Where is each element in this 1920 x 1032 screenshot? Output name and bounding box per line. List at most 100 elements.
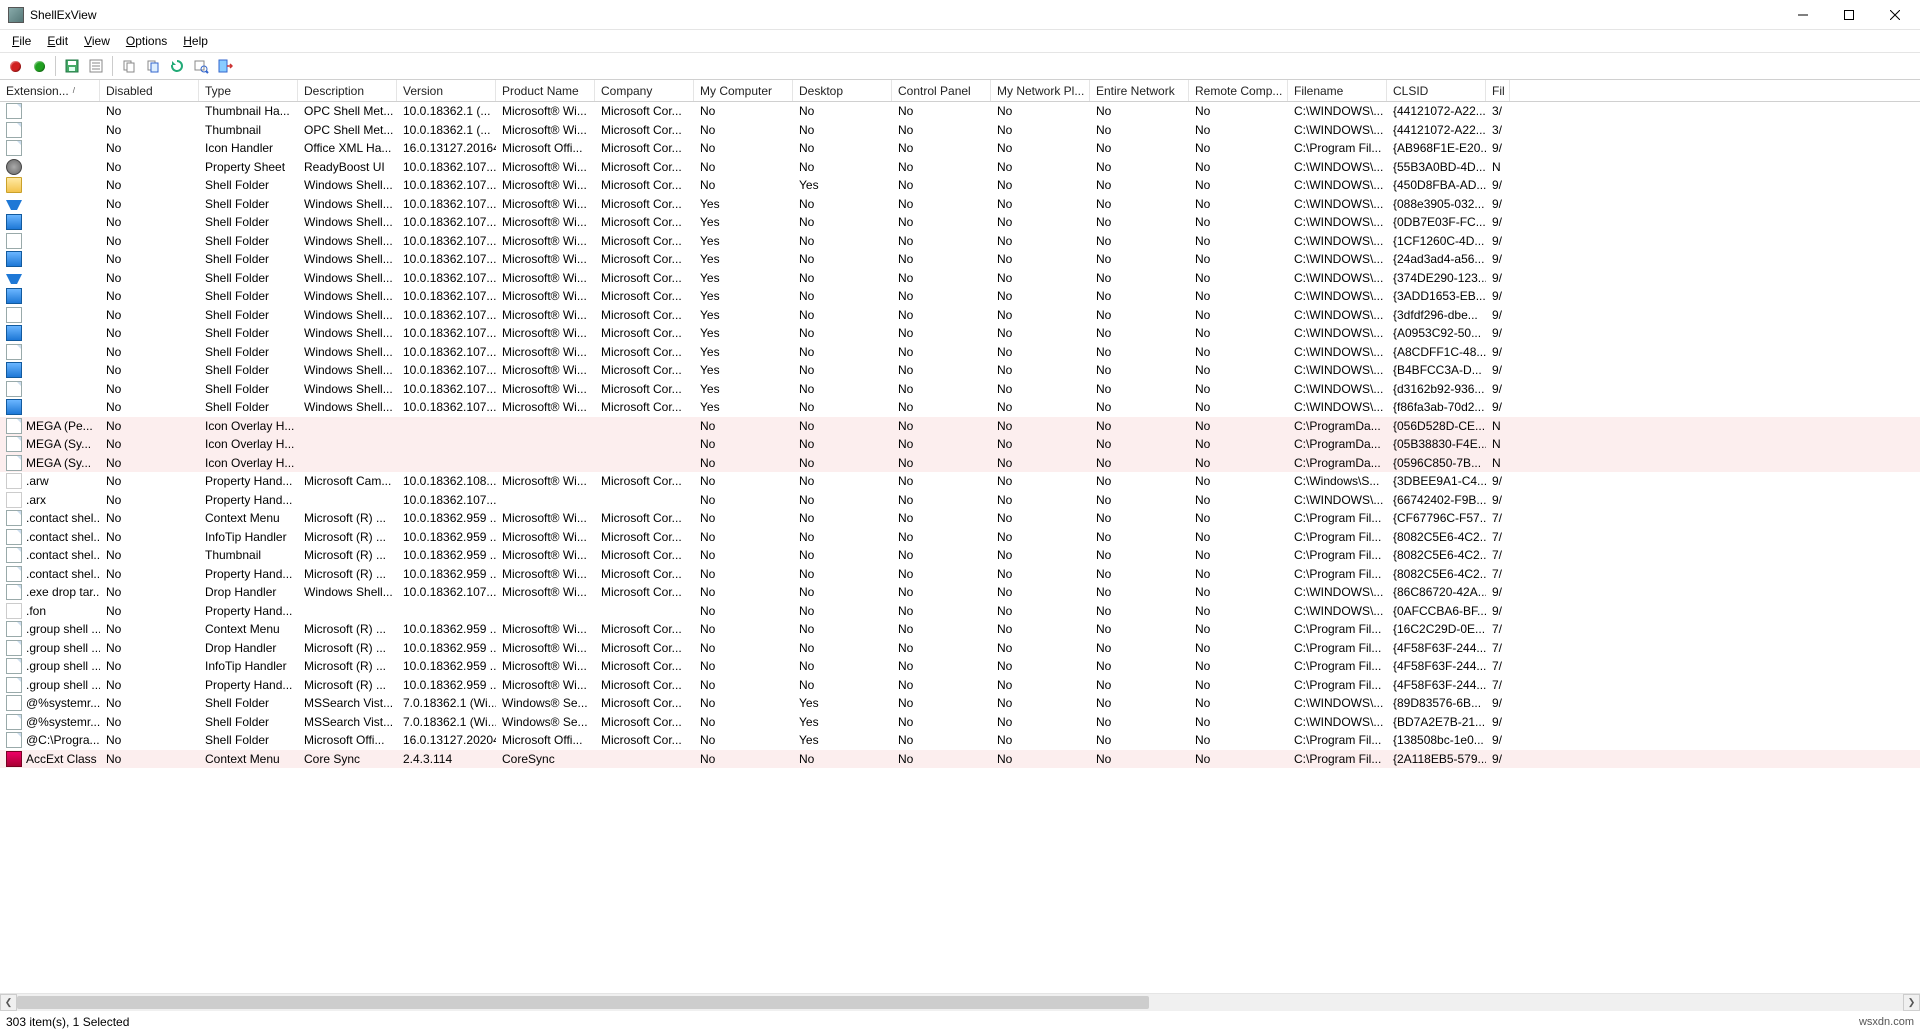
copy-button[interactable] [118, 55, 140, 77]
cell: Microsoft® Wi... [496, 676, 595, 695]
cell: C:\Program Fil... [1288, 546, 1387, 565]
table-row[interactable]: .exe drop tar...NoDrop HandlerWindows Sh… [0, 583, 1920, 602]
toolbar [0, 52, 1920, 80]
cell: No [100, 176, 199, 195]
table-row[interactable]: .contact shel...NoContext MenuMicrosoft … [0, 509, 1920, 528]
table-row[interactable]: .fonNoProperty Hand...NoNoNoNoNoNoC:\WIN… [0, 602, 1920, 621]
table-row[interactable]: NoShell FolderWindows Shell...10.0.18362… [0, 398, 1920, 417]
close-button[interactable] [1872, 0, 1918, 30]
scroll-left-button[interactable]: ❮ [0, 994, 17, 1011]
table-row[interactable]: NoShell FolderWindows Shell...10.0.18362… [0, 195, 1920, 214]
cell: No [793, 509, 892, 528]
cell: Microsoft Cor... [595, 509, 694, 528]
table-row[interactable]: .contact shel...NoInfoTip HandlerMicroso… [0, 528, 1920, 547]
column-header-6[interactable]: Company [595, 80, 694, 101]
cell: Shell Folder [199, 398, 298, 417]
table-row[interactable]: @%systemr...NoShell FolderMSSearch Vist.… [0, 694, 1920, 713]
column-header-2[interactable]: Type [199, 80, 298, 101]
cell: 7.0.18362.1 (Wi... [397, 694, 496, 713]
table-row[interactable]: MEGA (Pe...NoIcon Overlay H...NoNoNoNoNo… [0, 417, 1920, 436]
table-row[interactable]: .contact shel...NoProperty Hand...Micros… [0, 565, 1920, 584]
column-header-11[interactable]: Entire Network [1090, 80, 1189, 101]
column-header-8[interactable]: Desktop [793, 80, 892, 101]
table-row[interactable]: .contact shel...NoThumbnailMicrosoft (R)… [0, 546, 1920, 565]
menu-edit[interactable]: Edit [39, 32, 76, 50]
menu-options[interactable]: Options [118, 32, 175, 50]
cell: No [892, 583, 991, 602]
scroll-right-button[interactable]: ❯ [1903, 994, 1920, 1011]
table-row[interactable]: NoShell FolderWindows Shell...10.0.18362… [0, 176, 1920, 195]
table-row[interactable]: .group shell ...NoContext MenuMicrosoft … [0, 620, 1920, 639]
table-row[interactable]: .group shell ...NoDrop HandlerMicrosoft … [0, 639, 1920, 658]
column-header-0[interactable]: Extension.../ [0, 80, 100, 101]
cell: {4F58F63F-244... [1387, 657, 1486, 676]
table-row[interactable]: NoShell FolderWindows Shell...10.0.18362… [0, 380, 1920, 399]
cell: No [892, 361, 991, 380]
table-row[interactable]: NoShell FolderWindows Shell...10.0.18362… [0, 269, 1920, 288]
enable-button[interactable] [28, 55, 50, 77]
table-row[interactable]: NoShell FolderWindows Shell...10.0.18362… [0, 306, 1920, 325]
cell: No [1189, 731, 1288, 750]
cell: .exe drop tar... [0, 583, 100, 602]
cell: No [1189, 102, 1288, 121]
column-header-13[interactable]: Filename [1288, 80, 1387, 101]
cell: Microsoft Cor... [595, 528, 694, 547]
cell: C:\WINDOWS\... [1288, 232, 1387, 251]
table-row[interactable]: NoShell FolderWindows Shell...10.0.18362… [0, 250, 1920, 269]
table-row[interactable]: .group shell ...NoInfoTip HandlerMicroso… [0, 657, 1920, 676]
horizontal-scrollbar[interactable]: ❮ ❯ [0, 993, 1920, 1010]
table-row[interactable]: @%systemr...NoShell FolderMSSearch Vist.… [0, 713, 1920, 732]
table-row[interactable]: .arxNoProperty Hand...10.0.18362.107...N… [0, 491, 1920, 510]
table-row[interactable]: MEGA (Sy...NoIcon Overlay H...NoNoNoNoNo… [0, 454, 1920, 473]
extensions-grid[interactable]: Extension.../DisabledTypeDescriptionVers… [0, 80, 1920, 993]
column-header-5[interactable]: Product Name [496, 80, 595, 101]
copy-cell-button[interactable] [142, 55, 164, 77]
column-header-15[interactable]: Fil▲ [1486, 80, 1510, 101]
cell: Microsoft Cor... [595, 676, 694, 695]
cell: No [793, 195, 892, 214]
table-row[interactable]: NoIcon HandlerOffice XML Ha...16.0.13127… [0, 139, 1920, 158]
cell: No [100, 509, 199, 528]
props-button[interactable] [85, 55, 107, 77]
scroll-track[interactable] [17, 994, 1903, 1011]
save-button[interactable] [61, 55, 83, 77]
column-header-4[interactable]: Version [397, 80, 496, 101]
column-header-9[interactable]: Control Panel [892, 80, 991, 101]
cell: Yes [694, 361, 793, 380]
menu-file[interactable]: File [4, 32, 39, 50]
table-row[interactable]: NoShell FolderWindows Shell...10.0.18362… [0, 287, 1920, 306]
exit-button[interactable] [214, 55, 236, 77]
grid-body[interactable]: NoThumbnail Ha...OPC Shell Met...10.0.18… [0, 102, 1920, 768]
column-header-3[interactable]: Description [298, 80, 397, 101]
table-row[interactable]: NoShell FolderWindows Shell...10.0.18362… [0, 213, 1920, 232]
scroll-thumb[interactable] [17, 996, 1149, 1009]
table-row[interactable]: NoShell FolderWindows Shell...10.0.18362… [0, 324, 1920, 343]
table-row[interactable]: @C:\Progra...NoShell FolderMicrosoft Off… [0, 731, 1920, 750]
menu-help[interactable]: Help [175, 32, 216, 50]
menu-view[interactable]: View [76, 32, 118, 50]
sort-indicator-icon: / [73, 86, 75, 95]
table-row[interactable]: NoThumbnailOPC Shell Met...10.0.18362.1 … [0, 121, 1920, 140]
cell: Windows Shell... [298, 380, 397, 399]
column-header-10[interactable]: My Network Pl... [991, 80, 1090, 101]
refresh-button[interactable] [166, 55, 188, 77]
table-row[interactable]: NoShell FolderWindows Shell...10.0.18362… [0, 232, 1920, 251]
column-header-7[interactable]: My Computer [694, 80, 793, 101]
column-header-12[interactable]: Remote Comp... [1189, 80, 1288, 101]
table-row[interactable]: AccExt ClassNoContext MenuCore Sync2.4.3… [0, 750, 1920, 769]
table-row[interactable]: NoShell FolderWindows Shell...10.0.18362… [0, 343, 1920, 362]
maximize-button[interactable] [1826, 0, 1872, 30]
column-header-1[interactable]: Disabled [100, 80, 199, 101]
table-row[interactable]: NoShell FolderWindows Shell...10.0.18362… [0, 361, 1920, 380]
column-header-14[interactable]: CLSID [1387, 80, 1486, 101]
table-row[interactable]: .arwNoProperty Hand...Microsoft Cam...10… [0, 472, 1920, 491]
table-row[interactable]: .group shell ...NoProperty Hand...Micros… [0, 676, 1920, 695]
minimize-button[interactable] [1780, 0, 1826, 30]
table-row[interactable]: NoProperty SheetReadyBoost UI10.0.18362.… [0, 158, 1920, 177]
cell: No [1189, 380, 1288, 399]
disable-button[interactable] [4, 55, 26, 77]
cell: N [1486, 454, 1510, 473]
table-row[interactable]: MEGA (Sy...NoIcon Overlay H...NoNoNoNoNo… [0, 435, 1920, 454]
find-button[interactable] [190, 55, 212, 77]
table-row[interactable]: NoThumbnail Ha...OPC Shell Met...10.0.18… [0, 102, 1920, 121]
